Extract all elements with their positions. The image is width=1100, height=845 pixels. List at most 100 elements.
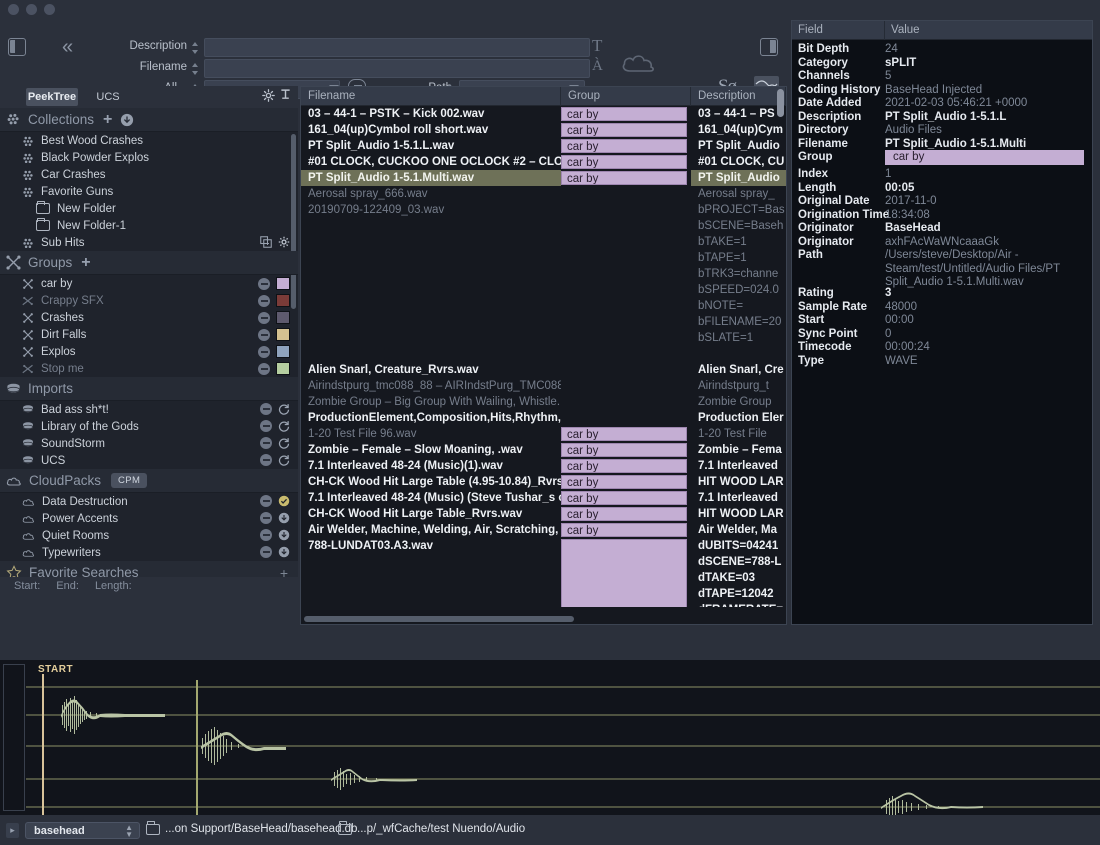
sidebar-tab-peektree[interactable]: PeekTree [26, 88, 78, 106]
metadata-row[interactable]: CategorysPLIT [792, 57, 1092, 71]
remove-import-icon[interactable] [260, 454, 272, 466]
waveform-canvas[interactable] [26, 660, 1100, 815]
sidebar-item-library-of-the-gods[interactable]: Library of the Gods [0, 418, 298, 435]
metadata-value[interactable]: 0 [885, 328, 891, 342]
remove-group-icon[interactable] [258, 329, 270, 341]
cell-group-block[interactable] [561, 539, 687, 607]
section-header-groups[interactable]: Groups + [0, 251, 298, 275]
group-color-swatch[interactable] [276, 362, 290, 375]
metadata-row[interactable]: Origination Time18:34:08 [792, 209, 1092, 223]
description-spinner-icon[interactable] [192, 41, 199, 55]
table-row[interactable] [301, 346, 786, 362]
expand-status-icon[interactable]: ▸ [6, 823, 19, 838]
sidebar-item-new-folder-1[interactable]: New Folder-1 [0, 217, 298, 234]
text-case-icon[interactable]: T [592, 37, 602, 54]
cell-group[interactable]: car by [561, 171, 687, 185]
remove-group-icon[interactable] [258, 346, 270, 358]
waveform-view[interactable]: START [0, 660, 1100, 815]
sidebar-item-new-folder[interactable]: New Folder [0, 200, 298, 217]
metadata-value[interactable]: Audio Files [885, 124, 942, 138]
remove-import-icon[interactable] [260, 420, 272, 432]
metadata-value[interactable]: PT Split_Audio 1-5.1.Multi [885, 138, 1026, 152]
metadata-row[interactable]: Sync Point0 [792, 328, 1092, 342]
filename-spinner-icon[interactable] [192, 62, 199, 76]
description-search-field[interactable] [204, 38, 590, 57]
cell-group[interactable]: car by [561, 155, 687, 169]
maximize-button[interactable] [44, 4, 55, 15]
metadata-value[interactable]: 00:00:24 [885, 341, 930, 355]
metadata-value[interactable]: 5 [885, 70, 891, 84]
right-panel-toggle-icon[interactable] [760, 38, 778, 56]
table-body[interactable]: 03 – 44-1 – PSTK – Kick 002.wavcar by03 … [301, 106, 786, 607]
metadata-row[interactable]: Length00:05 [792, 182, 1092, 196]
column-header-description[interactable]: Description [691, 87, 786, 106]
duplicate-icon[interactable] [260, 236, 272, 248]
sidebar-item-data-destruction[interactable]: Data Destruction [0, 493, 298, 510]
metadata-value[interactable]: 00:05 [885, 182, 914, 196]
remove-group-icon[interactable] [258, 295, 270, 307]
table-row[interactable]: dTAKE=03 [301, 570, 786, 586]
metadata-row[interactable]: FilenamePT Split_Audio 1-5.1.Multi [792, 138, 1092, 152]
download-icon[interactable] [278, 529, 290, 541]
cell-group[interactable]: car by [561, 443, 687, 457]
cell-group[interactable]: car by [561, 491, 687, 505]
table-row[interactable]: bTAKE=1 [301, 234, 786, 250]
window-controls[interactable] [8, 4, 55, 15]
metadata-row[interactable]: Coding HistoryBaseHead Injected [792, 84, 1092, 98]
filename-search-input[interactable] [205, 60, 589, 77]
gear-icon[interactable] [262, 89, 275, 102]
table-horizontal-scrollbar[interactable] [304, 616, 574, 622]
sidebar-item-crappy-sfx[interactable]: Crappy SFX [0, 292, 298, 309]
table-row[interactable]: #01 CLOCK, CUCKOO ONE OCLOCK #2 – CLOCK,… [301, 154, 786, 170]
gear-icon[interactable] [278, 236, 290, 248]
add-collection-icon[interactable]: + [103, 114, 112, 126]
table-row[interactable]: 20190709-122409_03.wavbPROJECT=Bas [301, 202, 786, 218]
sidebar-item-crashes[interactable]: Crashes [0, 309, 298, 326]
cpm-badge[interactable]: CPM [111, 473, 147, 488]
table-row[interactable]: bSPEED=024.0 [301, 282, 786, 298]
group-color-swatch[interactable] [276, 345, 290, 358]
sidebar-tab-ucs[interactable]: UCS [82, 88, 134, 106]
sidebar-item-black-powder-explos[interactable]: Black Powder Explos [0, 149, 298, 166]
metadata-value[interactable]: 18:34:08 [885, 209, 930, 223]
sidebar-item-sub-hits[interactable]: Sub Hits [0, 234, 298, 251]
remove-pack-icon[interactable] [260, 512, 272, 524]
remove-group-icon[interactable] [258, 363, 270, 375]
sidebar-item-explos[interactable]: Explos [0, 343, 298, 360]
group-color-swatch[interactable] [276, 311, 290, 324]
sidebar-item-bad-ass-sht[interactable]: Bad ass sh*t! [0, 401, 298, 418]
channel-toggle-box[interactable] [3, 664, 25, 811]
table-row[interactable]: bTAPE=1 [301, 250, 786, 266]
check-circle-icon[interactable] [278, 495, 290, 507]
table-row[interactable]: Zombie Group – Big Group With Wailing, W… [301, 394, 786, 410]
cloud-icon[interactable] [620, 51, 660, 75]
column-header-group[interactable]: Group [561, 87, 691, 106]
metadata-value[interactable]: 1 [885, 168, 891, 182]
description-search-input[interactable] [205, 39, 589, 56]
sidebar-item-quiet-rooms[interactable]: Quiet Rooms [0, 527, 298, 544]
refresh-icon[interactable] [278, 454, 290, 466]
remove-pack-icon[interactable] [260, 546, 272, 558]
group-color-swatch[interactable] [276, 328, 290, 341]
cell-group[interactable]: car by [561, 139, 687, 153]
table-row[interactable]: bNOTE= [301, 298, 786, 314]
remove-group-icon[interactable] [258, 312, 270, 324]
table-row[interactable]: Zombie – Female – Slow Moaning, .wavcar … [301, 442, 786, 458]
metadata-value[interactable]: 00:00 [885, 314, 914, 328]
download-icon[interactable] [278, 546, 290, 558]
metadata-value[interactable]: sPLIT [885, 57, 916, 71]
metadata-value[interactable]: 2021-02-03 05:46:21 +0000 [885, 97, 1027, 111]
refresh-icon[interactable] [278, 437, 290, 449]
cell-group[interactable]: car by [561, 523, 687, 537]
metadata-value[interactable]: WAVE [885, 355, 918, 369]
minimize-button[interactable] [26, 4, 37, 15]
table-row[interactable]: dFRAMERATE= [301, 602, 786, 607]
remove-pack-icon[interactable] [260, 495, 272, 507]
add-group-icon[interactable]: + [81, 257, 90, 269]
accent-icon[interactable]: À [592, 58, 603, 75]
metadata-value[interactable]: axhFAcWaWNcaaaGk [885, 236, 999, 250]
cell-group[interactable]: car by [561, 123, 687, 137]
sidebar-item-stop-me[interactable]: Stop me [0, 360, 298, 377]
metadata-value[interactable]: 2017-11-0 [885, 195, 937, 209]
cache-path[interactable]: ...p/_wfCache/test Nuendo/Audio [338, 823, 525, 835]
